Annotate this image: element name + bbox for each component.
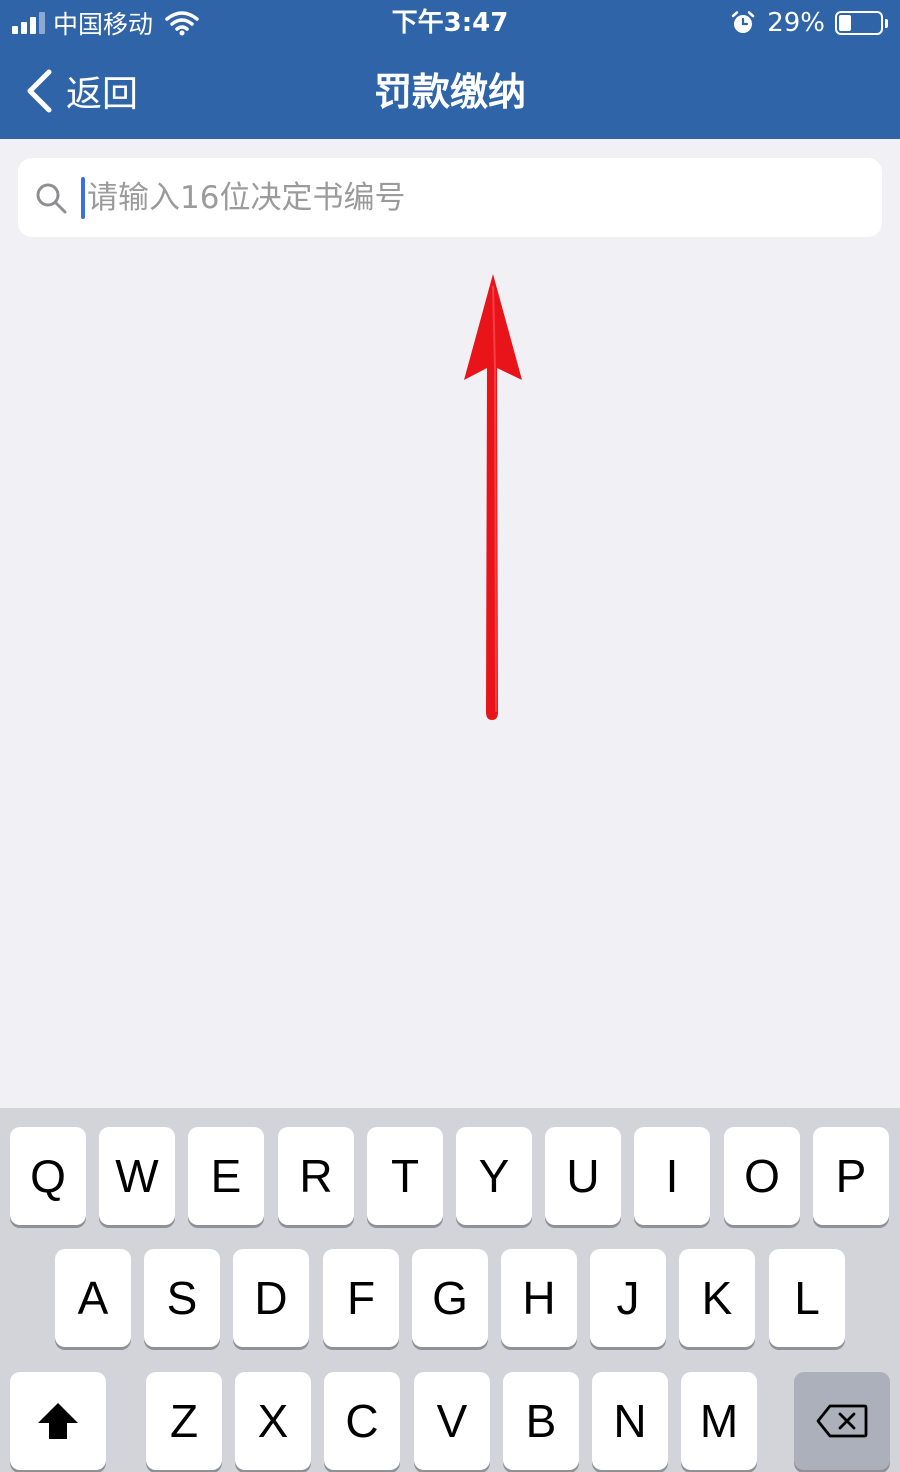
- battery-fill: [839, 15, 851, 31]
- key-n[interactable]: N: [592, 1372, 668, 1470]
- key-y[interactable]: Y: [456, 1127, 532, 1225]
- status-bar: 中国移动 下午3:47 29%: [0, 0, 900, 46]
- key-m[interactable]: M: [681, 1372, 757, 1470]
- keyboard: QWERTYUIOP ASDFGHJKL ZXCVBNM: [0, 1108, 900, 1472]
- alarm-clock-icon: [731, 11, 755, 33]
- backspace-icon: [816, 1404, 868, 1438]
- status-right: 29%: [731, 6, 888, 40]
- header: 中国移动 下午3:47 29% 返回 罚款缴纳: [0, 0, 900, 139]
- decision-number-input[interactable]: [87, 167, 847, 228]
- key-w[interactable]: W: [99, 1127, 175, 1225]
- key-h[interactable]: H: [501, 1249, 577, 1347]
- search-icon: [36, 183, 67, 213]
- key-o[interactable]: O: [724, 1127, 800, 1225]
- battery-tip: [885, 18, 888, 28]
- shift-arrow-icon: [38, 1403, 78, 1439]
- key-t[interactable]: T: [367, 1127, 443, 1225]
- search-bar[interactable]: [18, 158, 882, 237]
- page-title: 罚款缴纳: [373, 70, 526, 114]
- key-p[interactable]: P: [813, 1127, 889, 1225]
- key-j[interactable]: J: [590, 1249, 666, 1347]
- key-d[interactable]: D: [233, 1249, 309, 1347]
- key-v[interactable]: V: [414, 1372, 490, 1470]
- key-z[interactable]: Z: [146, 1372, 222, 1470]
- battery-icon: [835, 11, 883, 35]
- delete-key[interactable]: [794, 1372, 890, 1470]
- key-b[interactable]: B: [503, 1372, 579, 1470]
- key-f[interactable]: F: [323, 1249, 399, 1347]
- key-s[interactable]: S: [144, 1249, 220, 1347]
- key-a[interactable]: A: [55, 1249, 131, 1347]
- key-x[interactable]: X: [235, 1372, 311, 1470]
- key-l[interactable]: L: [769, 1249, 845, 1347]
- key-k[interactable]: K: [679, 1249, 755, 1347]
- key-e[interactable]: E: [188, 1127, 264, 1225]
- shift-key[interactable]: [10, 1372, 106, 1470]
- red-arrow-annotation: [464, 274, 522, 720]
- battery-percent: 29%: [767, 8, 825, 38]
- text-cursor: [81, 176, 85, 219]
- key-c[interactable]: C: [324, 1372, 400, 1470]
- key-r[interactable]: R: [278, 1127, 354, 1225]
- key-q[interactable]: Q: [10, 1127, 86, 1225]
- key-i[interactable]: I: [634, 1127, 710, 1225]
- key-g[interactable]: G: [412, 1249, 488, 1347]
- key-u[interactable]: U: [545, 1127, 621, 1225]
- navigation-bar: 返回 罚款缴纳: [0, 46, 900, 139]
